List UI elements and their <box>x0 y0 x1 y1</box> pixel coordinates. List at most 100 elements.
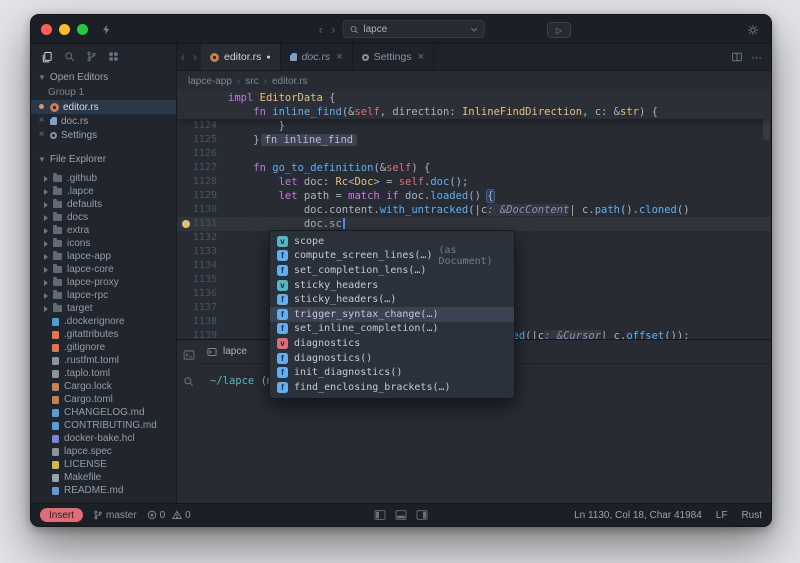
source-control-panel-icon[interactable] <box>86 51 97 62</box>
file-name: defaults <box>67 199 102 210</box>
workspace-search-button[interactable]: lapce <box>342 20 484 38</box>
code-text: } <box>228 119 285 133</box>
file-name: .taplo.toml <box>64 368 110 379</box>
language-mode[interactable]: Rust <box>741 510 762 521</box>
explorer-folder-icons[interactable]: icons <box>31 237 176 250</box>
explorer-file-Cargo.toml[interactable]: Cargo.toml <box>31 393 176 406</box>
completion-item[interactable]: vsticky_headers <box>270 278 514 293</box>
settings-gear-icon[interactable] <box>744 21 762 39</box>
problems-indicator[interactable]: 0 0 <box>147 510 191 521</box>
code-line-1124[interactable]: 1124 } <box>177 119 771 133</box>
explorer-file-.gitignore[interactable]: .gitignore <box>31 341 176 354</box>
completion-item[interactable]: fcompute_screen_lines(…)(as Document) <box>270 249 514 264</box>
tab-back-icon[interactable]: ‹ <box>177 44 189 70</box>
completion-item[interactable]: ffind_enclosing_brackets(…) <box>270 380 514 395</box>
files-panel-icon[interactable] <box>41 51 53 63</box>
explorer-folder-lapce-proxy[interactable]: lapce-proxy <box>31 276 176 289</box>
explorer-file-Makefile[interactable]: Makefile <box>31 471 176 484</box>
sticky-code-line[interactable]: fn inline_find(&self, direction: InlineF… <box>177 105 771 119</box>
explorer-file-lapce.spec[interactable]: lapce.spec <box>31 445 176 458</box>
tab-doc.rs[interactable]: doc.rs × <box>281 44 353 70</box>
explorer-folder-lapce-app[interactable]: lapce-app <box>31 250 176 263</box>
cursor-position[interactable]: Ln 1130, Col 18, Char 41984 <box>574 510 702 521</box>
open-editor-item-editor.rs[interactable]: editor.rs <box>31 100 176 114</box>
navigate-back-button[interactable]: ‹ <box>318 23 324 36</box>
file-name: lapce.spec <box>64 446 112 457</box>
completion-item[interactable]: fdiagnostics() <box>270 351 514 366</box>
file-name: Cargo.lock <box>64 381 112 392</box>
explorer-folder-target[interactable]: target <box>31 302 176 315</box>
explorer-file-CHANGELOG.md[interactable]: CHANGELOG.md <box>31 406 176 419</box>
mode-indicator[interactable]: Insert <box>40 508 83 522</box>
code-action-lightbulb-icon[interactable] <box>182 220 190 228</box>
code-line-1126[interactable]: 1126 <box>177 147 771 161</box>
completion-item[interactable]: fset_inline_completion(…) <box>270 322 514 337</box>
extensions-panel-icon[interactable] <box>108 51 119 62</box>
open-editor-item-Settings[interactable]: ×Settings <box>31 128 176 142</box>
explorer-folder-defaults[interactable]: defaults <box>31 198 176 211</box>
tab-Settings[interactable]: Settings× <box>353 44 434 70</box>
explorer-file-.rustfmt.toml[interactable]: .rustfmt.toml <box>31 354 176 367</box>
minimize-window-button[interactable] <box>59 24 70 35</box>
explorer-file-README.md[interactable]: README.md <box>31 484 176 497</box>
code-line-1130[interactable]: 1130 doc.content.with_untracked(|c: &Doc… <box>177 203 771 217</box>
explorer-file-Cargo.lock[interactable]: Cargo.lock <box>31 380 176 393</box>
navigate-forward-button[interactable]: › <box>330 23 336 36</box>
sticky-code-line[interactable]: impl EditorData { <box>177 91 771 105</box>
explorer-file-LICENSE[interactable]: LICENSE <box>31 458 176 471</box>
branch-indicator[interactable]: master <box>93 510 137 521</box>
code-line-1127[interactable]: 1127 fn go_to_definition(&self) { <box>177 161 771 175</box>
file-explorer-header[interactable]: ▼ File Explorer <box>31 151 176 168</box>
line-number: 1130 <box>177 203 228 217</box>
explorer-file-.dockerignore[interactable]: .dockerignore <box>31 315 176 328</box>
code-line-1125[interactable]: 1125 }fn inline_find <box>177 133 771 147</box>
explorer-file-.taplo.toml[interactable]: .taplo.toml <box>31 367 176 380</box>
terminal-panel-icon[interactable] <box>183 349 195 361</box>
close-icon[interactable]: × <box>37 130 46 140</box>
zoom-window-button[interactable] <box>77 24 88 35</box>
close-icon[interactable]: × <box>336 51 342 63</box>
run-button[interactable]: ▷ <box>547 22 571 38</box>
code-line-1131[interactable]: 1131 doc.sc <box>177 217 771 231</box>
play-icon: ▷ <box>556 26 562 35</box>
explorer-folder-extra[interactable]: extra <box>31 224 176 237</box>
open-editors-header[interactable]: ▼ Open Editors <box>31 69 176 86</box>
breadcrumb-item-editor.rs[interactable]: editor.rs <box>272 76 308 87</box>
terminal-tab-label[interactable]: lapce <box>223 346 247 357</box>
panel-search-icon[interactable] <box>183 376 194 387</box>
explorer-file-.gitattributes[interactable]: .gitattributes <box>31 328 176 341</box>
close-icon[interactable]: × <box>418 51 424 63</box>
completion-item[interactable]: finit_diagnostics() <box>270 365 514 380</box>
toggle-right-panel-icon[interactable] <box>416 510 428 520</box>
tab-editor.rs[interactable]: editor.rs● <box>201 44 281 70</box>
completion-item[interactable]: fsticky_headers(…) <box>270 292 514 307</box>
completion-item[interactable]: vdiagnostics <box>270 336 514 351</box>
toggle-left-panel-icon[interactable] <box>374 510 386 520</box>
open-editor-item-doc.rs[interactable]: ×doc.rs <box>31 114 176 128</box>
panel-tab-icons <box>31 44 176 69</box>
explorer-folder-lapce-rpc[interactable]: lapce-rpc <box>31 289 176 302</box>
explorer-folder-lapce-core[interactable]: lapce-core <box>31 263 176 276</box>
breadcrumb-item-src[interactable]: src <box>245 76 258 87</box>
docker-file-icon <box>52 318 59 326</box>
breadcrumb-item-lapce-app[interactable]: lapce-app <box>188 76 232 87</box>
explorer-folder-.lapce[interactable]: .lapce <box>31 185 176 198</box>
cargo-file-icon <box>52 396 59 404</box>
code-line-1129[interactable]: 1129 let path = match if doc.loaded() { <box>177 189 771 203</box>
close-window-button[interactable] <box>41 24 52 35</box>
completion-label: find_enclosing_brackets(…) <box>294 382 451 393</box>
line-ending[interactable]: LF <box>716 510 728 521</box>
more-actions-icon[interactable]: ⋯ <box>751 51 762 64</box>
explorer-file-docker-bake.hcl[interactable]: docker-bake.hcl <box>31 432 176 445</box>
code-line-1128[interactable]: 1128 let doc: Rc<Doc> = self.doc(); <box>177 175 771 189</box>
completion-item[interactable]: ftrigger_syntax_change(…) <box>270 307 514 322</box>
tab-forward-icon[interactable]: › <box>189 44 201 70</box>
search-panel-icon[interactable] <box>64 51 75 62</box>
split-editor-icon[interactable] <box>731 51 743 63</box>
tab-label: doc.rs <box>302 51 331 63</box>
explorer-folder-.github[interactable]: .github <box>31 172 176 185</box>
explorer-file-CONTRIBUTING.md[interactable]: CONTRIBUTING.md <box>31 419 176 432</box>
close-icon[interactable]: × <box>37 116 46 126</box>
toggle-bottom-panel-icon[interactable] <box>395 510 407 520</box>
explorer-folder-docs[interactable]: docs <box>31 211 176 224</box>
